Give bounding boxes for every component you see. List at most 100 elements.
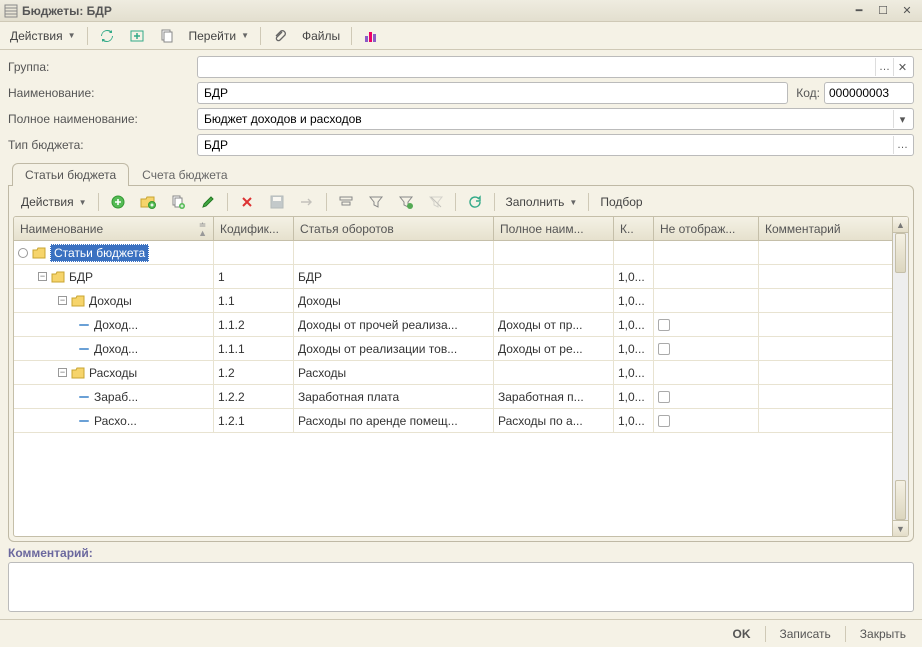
add-icon[interactable] (123, 26, 151, 46)
minimize-button[interactable]: ━ (848, 3, 870, 19)
code-input[interactable] (824, 82, 914, 104)
row-code: 1.1 (214, 289, 294, 312)
add-row-icon[interactable] (104, 192, 132, 212)
attach-icon[interactable] (266, 26, 294, 46)
reload-icon[interactable] (461, 192, 489, 212)
grid-actions-dropdown[interactable]: Действия ▼ (15, 193, 93, 211)
comment-section: Комментарий: (0, 542, 922, 619)
filter-current-icon[interactable] (392, 192, 420, 212)
scrollbar[interactable]: ▲ ▼ (892, 217, 908, 536)
table-row[interactable]: Зараб...1.2.2Заработная платаЗаработная … (14, 385, 892, 409)
col-comm[interactable]: Комментарий (759, 217, 892, 240)
clear-button[interactable]: ✕ (893, 58, 911, 76)
row-hide-cell (654, 289, 759, 312)
radio-icon (18, 248, 28, 258)
save-button[interactable]: Записать (770, 624, 841, 644)
fill-dropdown[interactable]: Заполнить ▼ (500, 193, 584, 211)
col-code[interactable]: Кодифик... (214, 217, 294, 240)
col-stat[interactable]: Статья оборотов (294, 217, 494, 240)
select-button[interactable]: Подбор (594, 193, 648, 211)
row-name-cell[interactable]: −Доходы (14, 289, 214, 312)
goto-dropdown[interactable]: Перейти ▼ (183, 27, 255, 45)
row-hide-cell (654, 313, 759, 336)
fullname-label: Полное наименование: (8, 112, 193, 126)
row-name-cell[interactable]: Доход... (14, 313, 214, 336)
type-field[interactable]: … (197, 134, 914, 156)
row-stat: Доходы от прочей реализа... (294, 313, 494, 336)
type-input[interactable] (200, 137, 893, 153)
tab-budget-items[interactable]: Статьи бюджета (12, 163, 129, 186)
collapse-icon[interactable]: − (38, 272, 47, 281)
fullname-field[interactable]: ▾ (197, 108, 914, 130)
files-button[interactable]: Файлы (296, 27, 346, 45)
refresh-icon[interactable] (93, 26, 121, 46)
row-name-cell[interactable]: Зараб... (14, 385, 214, 408)
row-code: 1.2.2 (214, 385, 294, 408)
separator (845, 626, 846, 642)
fullname-input[interactable] (200, 111, 893, 127)
scroll-track[interactable] (893, 233, 908, 377)
collapse-icon[interactable]: − (58, 296, 67, 305)
scroll-up-icon[interactable]: ▲ (893, 217, 908, 233)
table-row[interactable]: −Доходы1.1Доходы1,0... (14, 289, 892, 313)
maximize-button[interactable]: ☐ (872, 3, 894, 19)
move-icon[interactable] (293, 192, 321, 212)
chart-icon[interactable] (357, 26, 385, 46)
tab-budget-accounts[interactable]: Счета бюджета (129, 163, 240, 186)
collapse-icon[interactable]: − (58, 368, 67, 377)
row-k: 1,0... (614, 337, 654, 360)
row-k (614, 241, 654, 264)
row-name-cell[interactable]: Расхо... (14, 409, 214, 432)
save-icon[interactable] (263, 192, 291, 212)
checkbox[interactable] (658, 391, 670, 403)
row-name-cell[interactable]: Статьи бюджета (14, 241, 214, 264)
table-row[interactable]: Расхо...1.2.1Расходы по аренде помещ...Р… (14, 409, 892, 433)
row-name-cell[interactable]: −Расходы (14, 361, 214, 384)
scroll-thumb-top[interactable] (895, 233, 906, 273)
checkbox[interactable] (658, 319, 670, 331)
lookup-button[interactable]: … (875, 58, 893, 76)
group-input[interactable] (200, 59, 875, 75)
separator (98, 193, 99, 211)
name-field[interactable] (197, 82, 788, 104)
close-button[interactable]: ✕ (896, 3, 918, 19)
actions-dropdown[interactable]: Действия ▼ (4, 27, 82, 45)
grid-body[interactable]: Статьи бюджета−БДР1БДР1,0...−Доходы1.1До… (14, 241, 892, 536)
checkbox[interactable] (658, 343, 670, 355)
add-group-icon[interactable] (134, 192, 162, 212)
table-row[interactable]: Доход...1.1.2Доходы от прочей реализа...… (14, 313, 892, 337)
row-name-cell[interactable]: Доход... (14, 337, 214, 360)
table-row[interactable]: Статьи бюджета (14, 241, 892, 265)
filter-off-icon[interactable] (422, 192, 450, 212)
col-name[interactable]: Наименование ≐▲ (14, 217, 214, 240)
group-field[interactable]: … ✕ (197, 56, 914, 78)
edit-icon[interactable] (194, 192, 222, 212)
delete-icon[interactable] (233, 192, 261, 212)
name-input[interactable] (200, 85, 785, 101)
col-full[interactable]: Полное наим... (494, 217, 614, 240)
row-name-cell[interactable]: −БДР (14, 265, 214, 288)
col-k[interactable]: К.. (614, 217, 654, 240)
row-hide-cell (654, 265, 759, 288)
copy-icon[interactable] (153, 26, 181, 46)
copy-row-icon[interactable] (164, 192, 192, 212)
row-full (494, 289, 614, 312)
scroll-track[interactable] (893, 377, 908, 521)
scroll-thumb-bottom[interactable] (895, 480, 906, 520)
row-full: Доходы от пр... (494, 313, 614, 336)
filter-icon[interactable] (362, 192, 390, 212)
filter-settings-icon[interactable] (332, 192, 360, 212)
checkbox[interactable] (658, 415, 670, 427)
row-full: Расходы по а... (494, 409, 614, 432)
close-form-button[interactable]: Закрыть (850, 624, 916, 644)
dropdown-button[interactable]: ▾ (893, 110, 911, 128)
lookup-button[interactable]: … (893, 136, 911, 154)
table-row[interactable]: Доход...1.1.1Доходы от реализации тов...… (14, 337, 892, 361)
row-k: 1,0... (614, 385, 654, 408)
table-row[interactable]: −Расходы1.2Расходы1,0... (14, 361, 892, 385)
scroll-down-icon[interactable]: ▼ (893, 520, 908, 536)
ok-button[interactable]: OK (723, 624, 761, 644)
col-ne[interactable]: Не отображ... (654, 217, 759, 240)
comment-input[interactable] (8, 562, 914, 612)
table-row[interactable]: −БДР1БДР1,0... (14, 265, 892, 289)
